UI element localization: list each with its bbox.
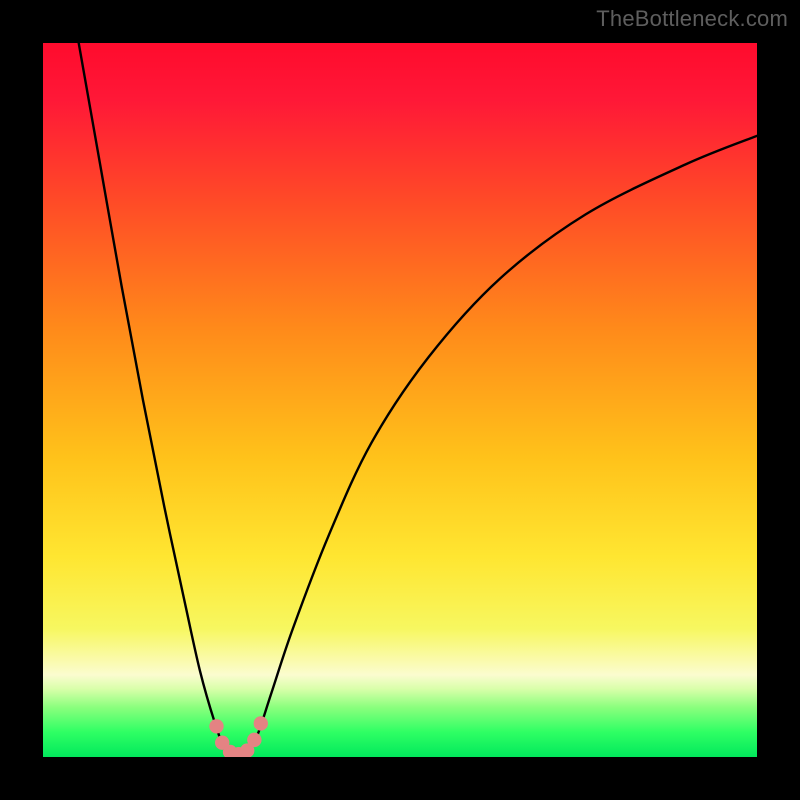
- chart-frame: TheBottleneck.com: [0, 0, 800, 800]
- watermark-text: TheBottleneck.com: [596, 6, 788, 32]
- bottleneck-curve: [43, 43, 757, 757]
- plot-area: [43, 43, 757, 757]
- curve-marker: [247, 733, 261, 747]
- curve-marker: [209, 719, 223, 733]
- curve-marker: [254, 716, 268, 730]
